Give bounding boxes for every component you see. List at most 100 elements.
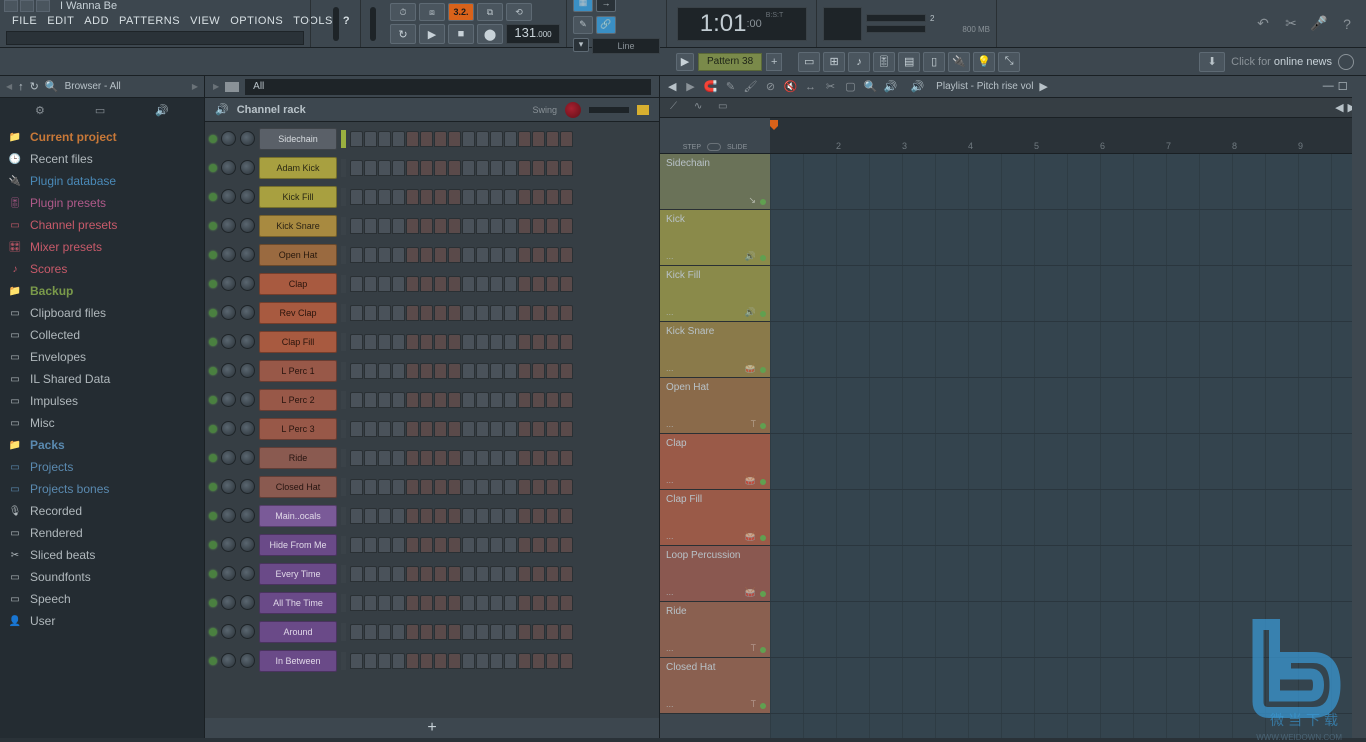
step-button[interactable] <box>476 392 489 408</box>
step-button[interactable] <box>448 189 461 205</box>
loop-rec-button[interactable]: ⟲ <box>506 3 532 21</box>
step-button[interactable] <box>406 247 419 263</box>
step-button[interactable] <box>504 160 517 176</box>
channel-name-button[interactable]: L Perc 3 <box>259 418 337 440</box>
step-button[interactable] <box>532 131 545 147</box>
close-windows-button[interactable]: ⤡ <box>998 52 1020 72</box>
step-button[interactable] <box>434 218 447 234</box>
curve-tab-icon[interactable]: ∿ <box>694 101 710 115</box>
channel-mute-led[interactable] <box>209 135 217 143</box>
step-button[interactable] <box>462 624 475 640</box>
step-button[interactable] <box>350 450 363 466</box>
step-button[interactable] <box>420 247 433 263</box>
track-mute-led[interactable] <box>760 591 766 597</box>
step-button[interactable] <box>378 218 391 234</box>
step-button[interactable] <box>560 566 573 582</box>
step-button[interactable] <box>420 131 433 147</box>
channel-select[interactable] <box>341 507 346 525</box>
channel-select[interactable] <box>341 478 346 496</box>
browser-item[interactable]: ▭Projects bones <box>0 478 204 500</box>
overdub-button[interactable]: → <box>596 0 616 12</box>
step-button[interactable] <box>364 450 377 466</box>
step-button[interactable] <box>392 537 405 553</box>
step-button[interactable] <box>350 218 363 234</box>
step-button[interactable] <box>532 160 545 176</box>
channel-rack-speaker-icon[interactable]: 🔊 <box>215 103 229 116</box>
step-button[interactable] <box>546 595 559 611</box>
step-button[interactable] <box>378 247 391 263</box>
step-button[interactable] <box>350 653 363 669</box>
step-button[interactable] <box>476 305 489 321</box>
step-button[interactable] <box>364 131 377 147</box>
channel-mute-led[interactable] <box>209 396 217 404</box>
step-button[interactable] <box>448 247 461 263</box>
step-edit-button[interactable]: ▦ <box>573 0 593 12</box>
step-button[interactable] <box>392 624 405 640</box>
channel-pan-knob[interactable] <box>221 566 236 581</box>
channel-name-button[interactable]: Adam Kick <box>259 157 337 179</box>
step-button[interactable] <box>448 537 461 553</box>
step-button[interactable] <box>546 247 559 263</box>
step-button[interactable] <box>560 653 573 669</box>
channel-pan-knob[interactable] <box>221 421 236 436</box>
step-button[interactable] <box>560 247 573 263</box>
channel-select[interactable] <box>341 217 346 235</box>
pattern-song-toggle[interactable]: ↻ <box>390 24 416 44</box>
step-button[interactable] <box>378 653 391 669</box>
browser-filter-icon[interactable]: ▭ <box>95 104 105 117</box>
step-button[interactable] <box>406 334 419 350</box>
step-button[interactable] <box>462 131 475 147</box>
step-button[interactable] <box>532 247 545 263</box>
step-button[interactable] <box>406 595 419 611</box>
step-button[interactable] <box>476 363 489 379</box>
plugin-picker-button[interactable]: 🔌 <box>948 52 970 72</box>
step-button[interactable] <box>518 450 531 466</box>
browser-menu-arrow[interactable]: ▶ <box>192 82 198 91</box>
step-button[interactable] <box>546 421 559 437</box>
draw-tool-icon[interactable]: ✎ <box>722 79 738 95</box>
channel-mute-led[interactable] <box>209 657 217 665</box>
step-button[interactable] <box>560 131 573 147</box>
step-button[interactable] <box>546 218 559 234</box>
step-button[interactable] <box>546 189 559 205</box>
step-button[interactable] <box>448 160 461 176</box>
step-button[interactable] <box>350 479 363 495</box>
channel-name-button[interactable]: Main..ocals <box>259 505 337 527</box>
step-button[interactable] <box>350 131 363 147</box>
step-button[interactable] <box>518 334 531 350</box>
step-button[interactable] <box>434 479 447 495</box>
step-button[interactable] <box>490 276 503 292</box>
channel-mute-led[interactable] <box>209 222 217 230</box>
step-button[interactable] <box>518 479 531 495</box>
step-button[interactable] <box>476 566 489 582</box>
channel-mute-led[interactable] <box>209 541 217 549</box>
playlist-track-header[interactable]: Kick Snare...🥁 <box>660 322 770 378</box>
step-button[interactable] <box>560 537 573 553</box>
channel-vol-knob[interactable] <box>240 450 255 465</box>
step-button[interactable] <box>546 276 559 292</box>
step-button[interactable] <box>434 537 447 553</box>
channel-pan-knob[interactable] <box>221 537 236 552</box>
play-button[interactable]: ▶ <box>419 24 445 44</box>
step-button[interactable] <box>560 218 573 234</box>
one-click-record-button[interactable]: 🎤 <box>1308 13 1330 35</box>
menu-file[interactable]: FILE <box>8 13 41 29</box>
step-button[interactable] <box>448 479 461 495</box>
browser-item[interactable]: 📁Backup <box>0 280 204 302</box>
step-button[interactable] <box>476 276 489 292</box>
step-button[interactable] <box>490 537 503 553</box>
step-button[interactable] <box>406 392 419 408</box>
step-button[interactable] <box>560 624 573 640</box>
step-button[interactable] <box>476 537 489 553</box>
select-tool-icon[interactable]: ▢ <box>842 79 858 95</box>
step-button[interactable] <box>490 624 503 640</box>
swing-knob[interactable] <box>565 102 581 118</box>
channel-mute-led[interactable] <box>209 280 217 288</box>
browser-item[interactable]: 👤User <box>0 610 204 632</box>
browser-item[interactable]: ▭Projects <box>0 456 204 478</box>
step-button[interactable] <box>378 508 391 524</box>
step-button[interactable] <box>378 624 391 640</box>
channel-pan-knob[interactable] <box>221 653 236 668</box>
piano-roll-button[interactable]: ⊞ <box>823 52 845 72</box>
playlist-track-header[interactable]: Sidechain↘ <box>660 154 770 210</box>
